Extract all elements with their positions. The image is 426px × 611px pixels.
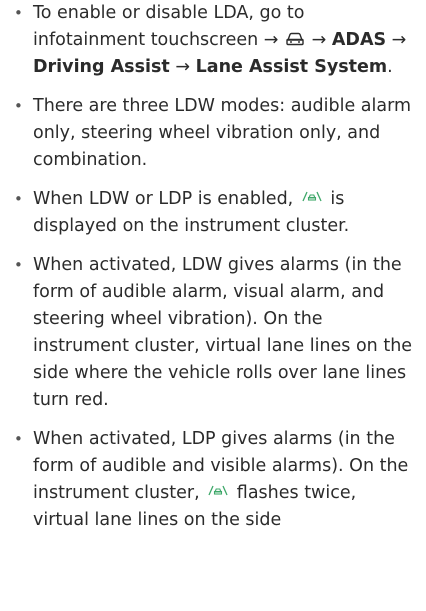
car-settings-icon [286,32,304,46]
item-text: To enable or disable LDA, go to infotain… [33,3,305,50]
list-item: • When activated, LDP gives alarms (in t… [0,426,426,534]
bullet-list: • To enable or disable LDA, go to infota… [0,0,426,534]
bullet-icon: • [14,256,23,274]
list-item: • To enable or disable LDA, go to infota… [0,0,426,81]
list-item: • There are three LDW modes: audible ala… [0,93,426,174]
bullet-icon: • [14,430,23,448]
menu-path-adas: ADAS [331,30,387,50]
arrow-glyph: → [311,30,327,50]
item-text: There are three LDW modes: audible alarm… [33,96,412,170]
arrow-glyph: → [175,57,191,77]
list-item: • When activated, LDW gives alarms (in t… [0,252,426,414]
menu-path-lane-assist: Lane Assist System [195,57,388,77]
document-page: • To enable or disable LDA, go to infota… [0,0,426,611]
list-item: • When LDW or LDP is enabled, is display… [0,186,426,240]
period: . [387,57,393,77]
item-text: When LDW or LDP is enabled, [33,189,294,209]
item-text: When activated, LDW gives alarms (in the… [33,255,413,410]
bullet-icon: • [14,4,23,22]
bullet-icon: • [14,97,23,115]
lane-assist-icon [302,191,322,202]
lane-assist-icon [208,485,228,496]
bullet-icon: • [14,190,23,208]
menu-path-driving-assist: Driving Assist [33,57,170,77]
arrow-glyph: → [391,30,407,50]
